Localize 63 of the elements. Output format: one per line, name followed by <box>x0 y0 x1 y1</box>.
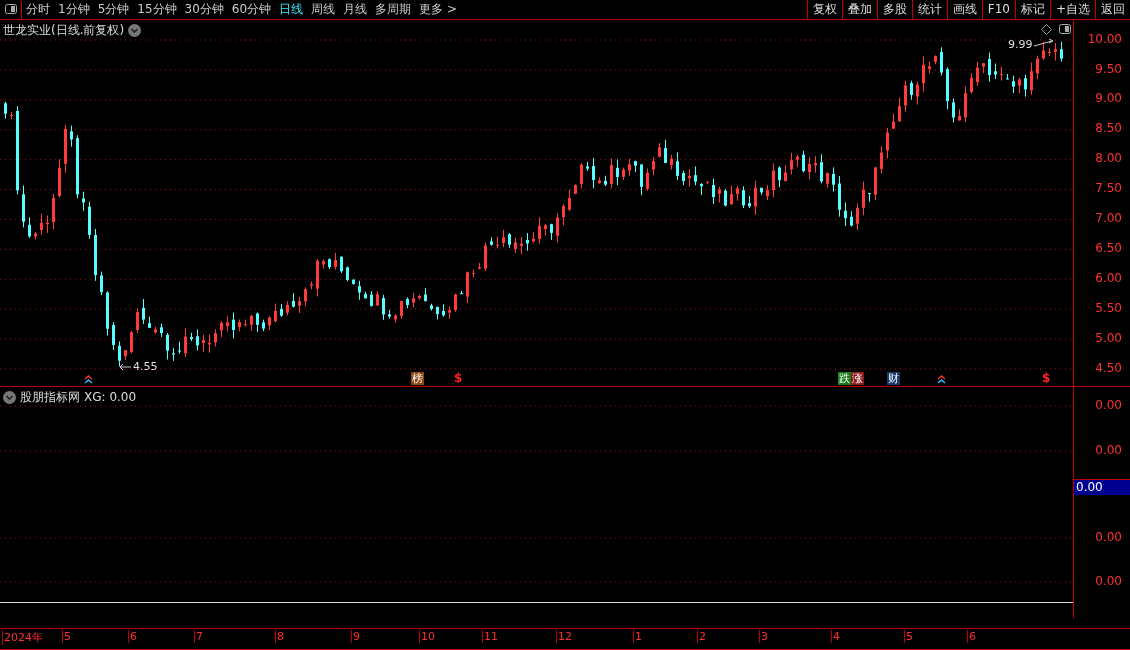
price-tick-label: 6.50 <box>1095 240 1122 255</box>
date-label: 8 <box>275 630 284 644</box>
indicator-tick-label: 0.00 <box>1095 529 1122 544</box>
price-tick-label: 5.50 <box>1095 300 1122 315</box>
period-tab[interactable]: 更多 > <box>415 0 461 19</box>
date-label: 5 <box>62 630 71 644</box>
price-tick-label: 7.00 <box>1095 211 1122 226</box>
date-label: 10 <box>419 630 435 644</box>
period-tab[interactable]: 多周期 <box>371 0 416 19</box>
toolbar-button[interactable]: 标记 <box>1014 0 1050 19</box>
toolbar-button[interactable]: 统计 <box>911 0 947 19</box>
event-badge[interactable]: 涨 <box>851 371 864 385</box>
indicator-reading: XG: 0.00 <box>84 390 137 405</box>
period-tab[interactable]: 30分钟 <box>180 0 228 19</box>
toolbar-button[interactable]: 画线 <box>946 0 982 19</box>
date-label: 6 <box>128 630 137 644</box>
date-label: 9 <box>351 630 360 644</box>
indicator-tick-label: 0.00 <box>1095 573 1122 588</box>
low-price-label: 4.55 <box>133 359 158 373</box>
chart-title: 世龙实业(日线.前复权) <box>3 21 125 39</box>
date-label: 6 <box>967 630 976 644</box>
period-tab[interactable]: 月线 <box>339 0 372 19</box>
price-tick-label: 6.00 <box>1095 270 1122 285</box>
date-label: 1 <box>633 630 642 644</box>
date-label: 4 <box>831 630 840 644</box>
toolbar-button[interactable]: 返回 <box>1095 0 1130 19</box>
period-tab[interactable]: 60分钟 <box>227 0 276 19</box>
toolbar-button[interactable]: 叠加 <box>841 0 877 19</box>
period-tab[interactable]: 15分钟 <box>133 0 181 19</box>
dividend-marker[interactable]: $ <box>1042 371 1051 385</box>
price-tick-label: 4.50 <box>1095 360 1122 375</box>
event-badge[interactable]: 跌 <box>838 371 851 385</box>
toolbar-button[interactable]: +自选 <box>1049 0 1095 19</box>
date-label: 5 <box>904 630 913 644</box>
date-label: 2024年 <box>2 630 43 646</box>
date-label: 2 <box>697 630 706 644</box>
indicator-tick-label: 0.00 <box>1095 397 1122 412</box>
event-badge[interactable]: 榜 <box>411 371 424 385</box>
current-value-tag: 0.00 <box>1074 478 1130 495</box>
period-tab[interactable]: 分时 <box>22 0 54 19</box>
toolbar-button[interactable]: 复权 <box>806 0 842 19</box>
high-price-label: 9.99 <box>1008 37 1033 51</box>
period-tab[interactable]: 5分钟 <box>93 0 134 19</box>
date-label: 7 <box>194 630 203 644</box>
toolbar-button[interactable]: F10 <box>981 0 1015 19</box>
period-tab[interactable]: 1分钟 <box>54 0 94 19</box>
indicator-title: 股朋指标网 <box>20 388 80 406</box>
price-tick-label: 8.00 <box>1095 151 1122 166</box>
period-tab[interactable]: 周线 <box>307 0 340 19</box>
event-badge[interactable]: 财 <box>887 371 900 385</box>
period-tab[interactable]: 日线 <box>275 0 308 19</box>
date-label: 3 <box>759 630 768 644</box>
price-tick-label: 8.50 <box>1095 121 1122 136</box>
price-tick-label: 5.00 <box>1095 330 1122 345</box>
price-tick-label: 10.00 <box>1087 31 1122 46</box>
price-tick-label: 7.50 <box>1095 181 1122 196</box>
dividend-marker[interactable]: $ <box>454 371 463 385</box>
date-label: 11 <box>482 630 498 644</box>
toolbar-button[interactable]: 多股 <box>876 0 912 19</box>
price-tick-label: 9.50 <box>1095 61 1122 76</box>
price-tick-label: 9.00 <box>1095 91 1122 106</box>
date-label: 12 <box>556 630 572 644</box>
indicator-tick-label: 0.00 <box>1095 442 1122 457</box>
